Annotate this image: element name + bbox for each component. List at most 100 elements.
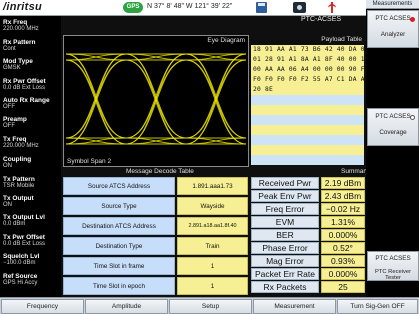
param-tx-pattern: Tx Pattern TSR Mobile (3, 176, 61, 190)
param-rx-pattern: Rx Pattern Cont (3, 39, 61, 53)
summary-row: Packet Err Rate 0.000% (251, 268, 365, 281)
decode-value: 1 (177, 277, 248, 295)
decode-value: 2.891.a18.aa1.8f.40 (177, 217, 248, 235)
param-squelch-lvl: Squelch Lvl −100.0 dBm (3, 253, 61, 267)
decode-label: Source ATCS Address (63, 177, 175, 195)
summary-title: Summary (341, 168, 369, 175)
antenna-icon (327, 2, 337, 13)
softkey-label: Analyzer (380, 31, 406, 38)
summary-row: BER 0.000% (251, 229, 365, 242)
decode-label: Destination Type (63, 237, 175, 255)
param-value: GMSK (3, 65, 21, 71)
softkey-ptc-receiver-tester[interactable]: PTC ACSES PTC Receiver Tester (367, 251, 419, 281)
summary-row: Freq Error −0.02 Hz (251, 203, 365, 216)
payload-row (251, 155, 364, 165)
menu-frequency-button[interactable]: Frequency (1, 299, 84, 314)
eye-trace (66, 53, 127, 139)
summary-value: 0.93% (321, 255, 365, 267)
decode-value: Train (177, 237, 248, 255)
eye-trace (125, 53, 187, 139)
softkey-panel: Measurements PTC ACSES Analyzer PTC ACSE… (366, 0, 419, 297)
softkey-ptc-acses-analyzer[interactable]: PTC ACSES Analyzer (367, 10, 419, 48)
summary-value: 0.000% (321, 229, 365, 241)
param-value: −100.0 dBm (3, 260, 36, 266)
summary-row: Peak Env Pwr 2.43 dBm (251, 190, 365, 203)
param-value: ON (3, 163, 12, 169)
softkey-ptc-acses-coverage[interactable]: PTC ACSES Coverage (367, 108, 419, 146)
param-label: Tx Freq (3, 136, 27, 143)
param-value: ON (3, 202, 12, 208)
param-value: 0.0 dB Ext Loss (3, 85, 46, 91)
param-value: Cont (3, 46, 16, 52)
param-label: Coupling (3, 156, 32, 163)
payload-row (251, 105, 364, 115)
param-value: GPS Hi Accy (3, 280, 38, 286)
eye-trace (125, 53, 187, 145)
summary-row: Mag Error 0.93% (251, 255, 365, 268)
param-label: Squelch Lvl (3, 253, 40, 260)
summary-value: 0.000% (321, 268, 365, 280)
payload-row: 00 AA AA 06 A4 00 00 00 90 F0 F0 F0 (251, 65, 393, 75)
menu-amplitude-button[interactable]: Amplitude (85, 299, 168, 314)
param-label: Auto Rx Range (3, 97, 50, 104)
status-bar: /inritsu GPS N 37° 8' 48" W 121° 39' 22" (0, 0, 419, 16)
payload-row: 01 28 91 A1 8A A1 8F 40 00 19 00 01 (251, 55, 393, 65)
eye-trace (185, 53, 246, 145)
param-tx-output-lvl: Tx Output Lvl 0.0 dBm (3, 214, 61, 228)
summary-value: 2.19 dBm (321, 177, 365, 189)
decode-table-title: Message Decode Table (126, 168, 194, 175)
payload-row (251, 145, 364, 155)
param-label: Tx Pwr Offset (3, 234, 45, 241)
param-rx-freq: Rx Freq 220.000 MHz (3, 19, 61, 33)
eye-diagram-title: Eye Diagram (207, 37, 245, 44)
summary-label: Freq Error (251, 203, 319, 215)
payload-row (251, 95, 364, 105)
param-value: 220.000 MHz (3, 26, 39, 32)
param-label: Ref Source (3, 273, 38, 280)
decode-row: Destination Type Train (63, 237, 248, 257)
summary-value: 0.52° (321, 242, 365, 254)
param-label: Preamp (3, 116, 27, 123)
param-label: Tx Output (3, 195, 34, 202)
softkey-label: Coverage (379, 129, 407, 136)
gps-coordinates: N 37° 8' 48" W 121° 39' 22" (147, 3, 233, 10)
param-tx-output: Tx Output ON (3, 195, 61, 209)
param-value: 0.0 dBm (3, 221, 26, 227)
payload-table-title: Payload Table (321, 36, 362, 43)
selected-indicator-icon (410, 17, 415, 22)
param-preamp: Preamp OFF (3, 116, 61, 130)
measurement-display: PTC-ACSES Eye Diagram Symbol Span 2 Payl… (61, 16, 393, 297)
eye-trace (66, 53, 127, 145)
decode-row: Destination ATCS Address 2.891.a18.aa1.8… (63, 217, 248, 237)
camera-icon[interactable] (293, 2, 306, 13)
param-tx-pwr-offset: Tx Pwr Offset 0.0 dB Ext Loss (3, 234, 61, 248)
param-value: 0.0 dB Ext Loss (3, 241, 46, 247)
eye-trace (125, 59, 187, 145)
decode-label: Time Slot in epoch (63, 277, 175, 295)
param-label: Rx Pwr Offset (3, 78, 46, 85)
param-label: Rx Pattern (3, 39, 36, 46)
summary-label: Phase Error (251, 242, 319, 254)
payload-row: F0 F0 F0 F0 F2 55 A7 C1 DA AE CE 3B (251, 75, 393, 85)
mode-label: PTC-ACSES (301, 16, 342, 23)
menu-sig-gen-off-button[interactable]: Turn Sig-Gen OFF (337, 299, 418, 314)
summary-label: Rx Packets (251, 281, 319, 293)
summary-label: BER (251, 229, 319, 241)
param-auto-rx-range: Auto Rx Range OFF (3, 97, 61, 111)
menu-measurement-button[interactable]: Measurement (253, 299, 336, 314)
softkey-label: PTC Receiver Tester (374, 269, 412, 281)
param-value: OFF (3, 104, 15, 110)
summary-label: Received Pwr (251, 177, 319, 189)
payload-row: 18 91 AA A1 73 B6 42 40 DA 00 61 01 (251, 45, 393, 55)
payload-row (251, 125, 364, 135)
parameter-panel: Rx Freq 220.000 MHz Rx Pattern Cont Mod … (0, 16, 61, 297)
eye-trace (185, 53, 246, 139)
param-label: Rx Freq (3, 19, 28, 26)
anritsu-logo: /inritsu (3, 1, 43, 13)
param-rx-pwr-offset: Rx Pwr Offset 0.0 dB Ext Loss (3, 78, 61, 92)
softkey-label: PTC ACSES (375, 255, 411, 262)
save-icon[interactable] (256, 2, 267, 13)
decode-label: Destination ATCS Address (63, 217, 175, 235)
menu-setup-button[interactable]: Setup (169, 299, 252, 314)
summary-label: Packet Err Rate (251, 268, 319, 280)
